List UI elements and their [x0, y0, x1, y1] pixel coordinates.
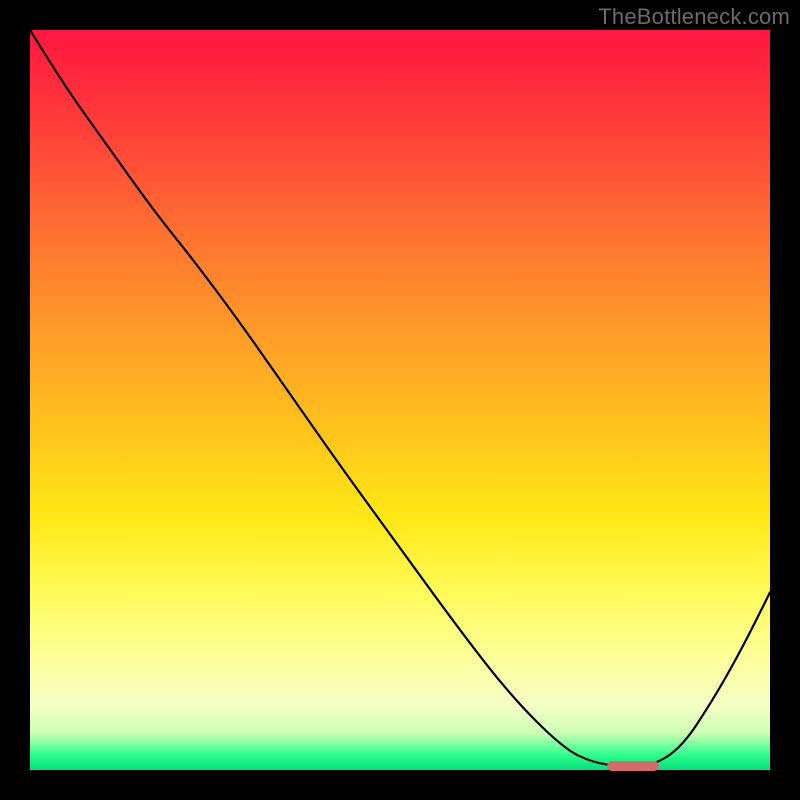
chart-stage: TheBottleneck.com [0, 0, 800, 800]
plot-area [30, 30, 770, 770]
attribution-label: TheBottleneck.com [598, 4, 790, 30]
bottleneck-curve [30, 30, 770, 770]
optimal-range-marker [607, 761, 659, 771]
